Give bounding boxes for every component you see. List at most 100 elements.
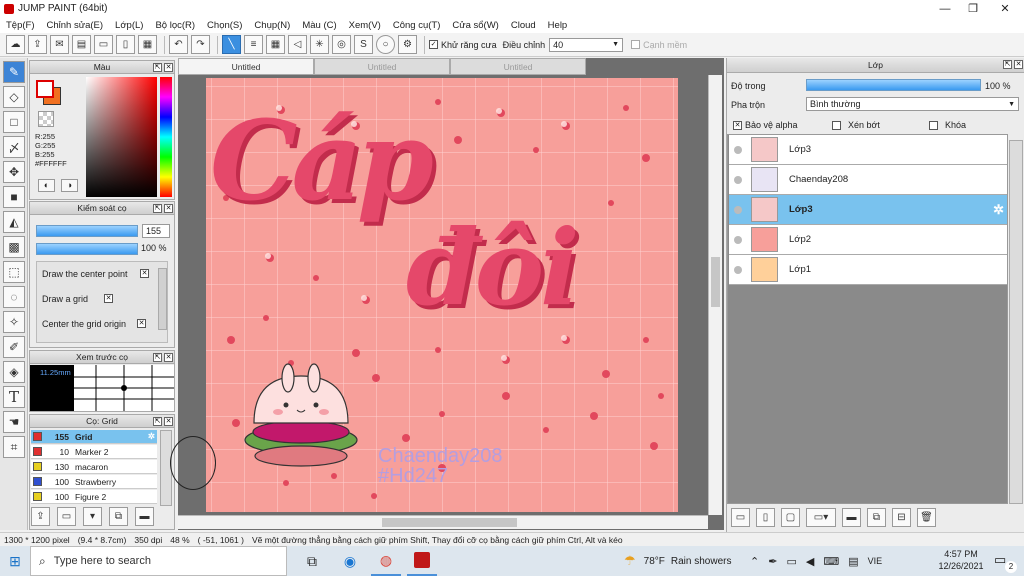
draw-grid-checkbox[interactable]: ✕: [104, 294, 113, 303]
layers-scrollbar[interactable]: [1009, 140, 1023, 504]
protect-alpha-checkbox[interactable]: ✕: [733, 120, 742, 130]
pen-icon[interactable]: ✒: [768, 555, 777, 568]
text-tool-icon[interactable]: T: [3, 386, 25, 408]
visibility-icon[interactable]: [734, 205, 742, 214]
close-icon[interactable]: ✕: [164, 204, 173, 213]
clipping-checkbox[interactable]: [832, 120, 841, 130]
keyboard-icon[interactable]: ⌨: [823, 555, 839, 568]
copy-brush-icon[interactable]: ⧉: [109, 507, 128, 526]
palette-icon[interactable]: ◐: [38, 179, 55, 192]
new-mask-layer-icon[interactable]: ▢: [781, 508, 800, 527]
edge-checkbox[interactable]: [631, 40, 641, 49]
tab-untitled-2[interactable]: Untitled: [314, 58, 450, 75]
select-tool-icon[interactable]: ⬚: [3, 261, 25, 283]
clipping-option[interactable]: Xén bớt: [832, 120, 880, 130]
select-pen-icon[interactable]: ✐: [3, 336, 25, 358]
menu-filter[interactable]: Bộ lọc(R): [149, 20, 201, 31]
menu-select[interactable]: Chọn(S): [201, 20, 248, 31]
export-icon[interactable]: ⇪: [28, 35, 47, 54]
gradient-tool-icon[interactable]: ▩: [3, 236, 25, 258]
clock[interactable]: 4:57 PM 12/26/2021: [936, 548, 986, 572]
foreground-color-swatch[interactable]: [36, 80, 54, 98]
rectangle-tool-icon[interactable]: □: [3, 111, 25, 133]
undo-icon[interactable]: ↶: [169, 35, 188, 54]
layer-item-lop1[interactable]: Lớp1: [729, 255, 1007, 285]
select-eraser-icon[interactable]: ◈: [3, 361, 25, 383]
horizontal-scroll-thumb[interactable]: [382, 518, 517, 527]
radial-icon[interactable]: ✳: [310, 35, 329, 54]
transparent-color-swatch[interactable]: [38, 111, 54, 127]
merge-down-icon[interactable]: ⊟: [892, 508, 911, 527]
brush-size-input[interactable]: 155: [142, 224, 170, 238]
edge-browser-icon[interactable]: ◉: [335, 546, 365, 576]
layer-item-lop2[interactable]: Lớp2: [729, 225, 1007, 255]
eraser-tool-icon[interactable]: ◇: [3, 86, 25, 108]
visibility-icon[interactable]: [734, 265, 742, 274]
layer-item-chaenday[interactable]: Chaenday208: [729, 165, 1007, 195]
redo-icon[interactable]: ↷: [191, 35, 210, 54]
brush-cloud-icon[interactable]: ⇪: [31, 507, 50, 526]
protect-alpha-option[interactable]: ✕ Bảo vệ alpha: [733, 120, 798, 130]
circle-icon[interactable]: ○: [376, 35, 395, 54]
volume-icon[interactable]: ◀: [806, 555, 814, 568]
layer-item-lop3-selected[interactable]: Lớp3 ✲: [729, 195, 1007, 225]
tab-untitled-3[interactable]: Untitled: [450, 58, 586, 75]
float-icon[interactable]: ⇱: [153, 417, 162, 426]
canvas-horizontal-scrollbar[interactable]: [178, 515, 708, 529]
brush-item-marker[interactable]: 10 Marker 2: [31, 445, 157, 459]
delete-layer-icon[interactable]: 🗑: [917, 508, 936, 527]
page-icon[interactable]: ▯: [116, 35, 135, 54]
grid-settings-icon[interactable]: ▦: [138, 35, 157, 54]
menu-color[interactable]: Màu (C): [296, 20, 342, 31]
new-layer-icon[interactable]: ▭: [731, 508, 750, 527]
visibility-icon[interactable]: [734, 175, 742, 184]
perspective-icon[interactable]: ◁: [288, 35, 307, 54]
cloud-icon[interactable]: ☁: [6, 35, 25, 54]
fill-rect-tool-icon[interactable]: ■: [3, 186, 25, 208]
draw-center-checkbox[interactable]: ✕: [140, 269, 149, 278]
duplicate-layer-icon[interactable]: ⧉: [867, 508, 886, 527]
straight-line-icon[interactable]: ╲: [222, 35, 241, 54]
document-icon[interactable]: ▭: [94, 35, 113, 54]
brush-item-macaron[interactable]: 130 macaron: [31, 460, 157, 474]
artwork-canvas[interactable]: Cáp đôi Chaenday208 #Hd247: [206, 78, 678, 512]
vertical-scroll-thumb[interactable]: [711, 257, 720, 307]
jump-paint-taskbar-icon[interactable]: [407, 546, 437, 576]
new-brush-icon[interactable]: ▭: [57, 507, 76, 526]
hand-tool-icon[interactable]: ☚: [3, 411, 25, 433]
curve-icon[interactable]: S: [354, 35, 373, 54]
lasso-tool-icon[interactable]: ◌: [3, 286, 25, 308]
brush-size-slider[interactable]: [36, 225, 138, 237]
gear-icon[interactable]: ✲: [148, 431, 155, 442]
gear-icon[interactable]: ✲: [993, 202, 1004, 218]
float-icon[interactable]: ⇱: [1003, 60, 1012, 69]
brush-opacity-slider[interactable]: [36, 243, 138, 255]
layer-item-lop3-top[interactable]: Lớp3: [729, 135, 1007, 165]
grid-icon[interactable]: ▦: [266, 35, 285, 54]
menu-tools[interactable]: Công cụ(T): [387, 20, 447, 31]
brush-menu-icon[interactable]: ▾: [83, 507, 102, 526]
options-scrollbar[interactable]: [158, 268, 167, 330]
blend-mode-select[interactable]: Bình thường ▼: [806, 97, 1019, 111]
maximize-button[interactable]: ❐: [958, 0, 988, 17]
tab-untitled-1[interactable]: Untitled: [178, 58, 314, 75]
layer-menu-icon[interactable]: ▭▾: [806, 508, 836, 527]
settings-icon[interactable]: ⚙: [398, 35, 417, 54]
close-icon[interactable]: ✕: [1014, 60, 1023, 69]
comment-icon[interactable]: ✉: [50, 35, 69, 54]
float-icon[interactable]: ⇱: [153, 63, 162, 72]
move-tool-icon[interactable]: ✥: [3, 161, 25, 183]
layer-folder-icon[interactable]: ▬: [842, 508, 861, 527]
eyedropper-icon[interactable]: ◑: [61, 179, 78, 192]
windows-start-icon[interactable]: ⊞: [0, 546, 30, 576]
menu-cloud[interactable]: Cloud: [505, 20, 542, 31]
brush-item-figure[interactable]: 100 Figure 2: [31, 490, 157, 504]
visibility-icon[interactable]: [734, 235, 742, 244]
task-view-icon[interactable]: ⧉: [297, 546, 327, 576]
float-icon[interactable]: ⇱: [153, 204, 162, 213]
divider-tool-icon[interactable]: ⌗: [3, 436, 25, 458]
menu-file[interactable]: Tệp(F): [0, 20, 41, 31]
chevron-up-icon[interactable]: ⌃: [750, 555, 759, 568]
menu-view[interactable]: Xem(V): [343, 20, 387, 31]
menu-capture[interactable]: Chụp(N): [248, 20, 296, 31]
